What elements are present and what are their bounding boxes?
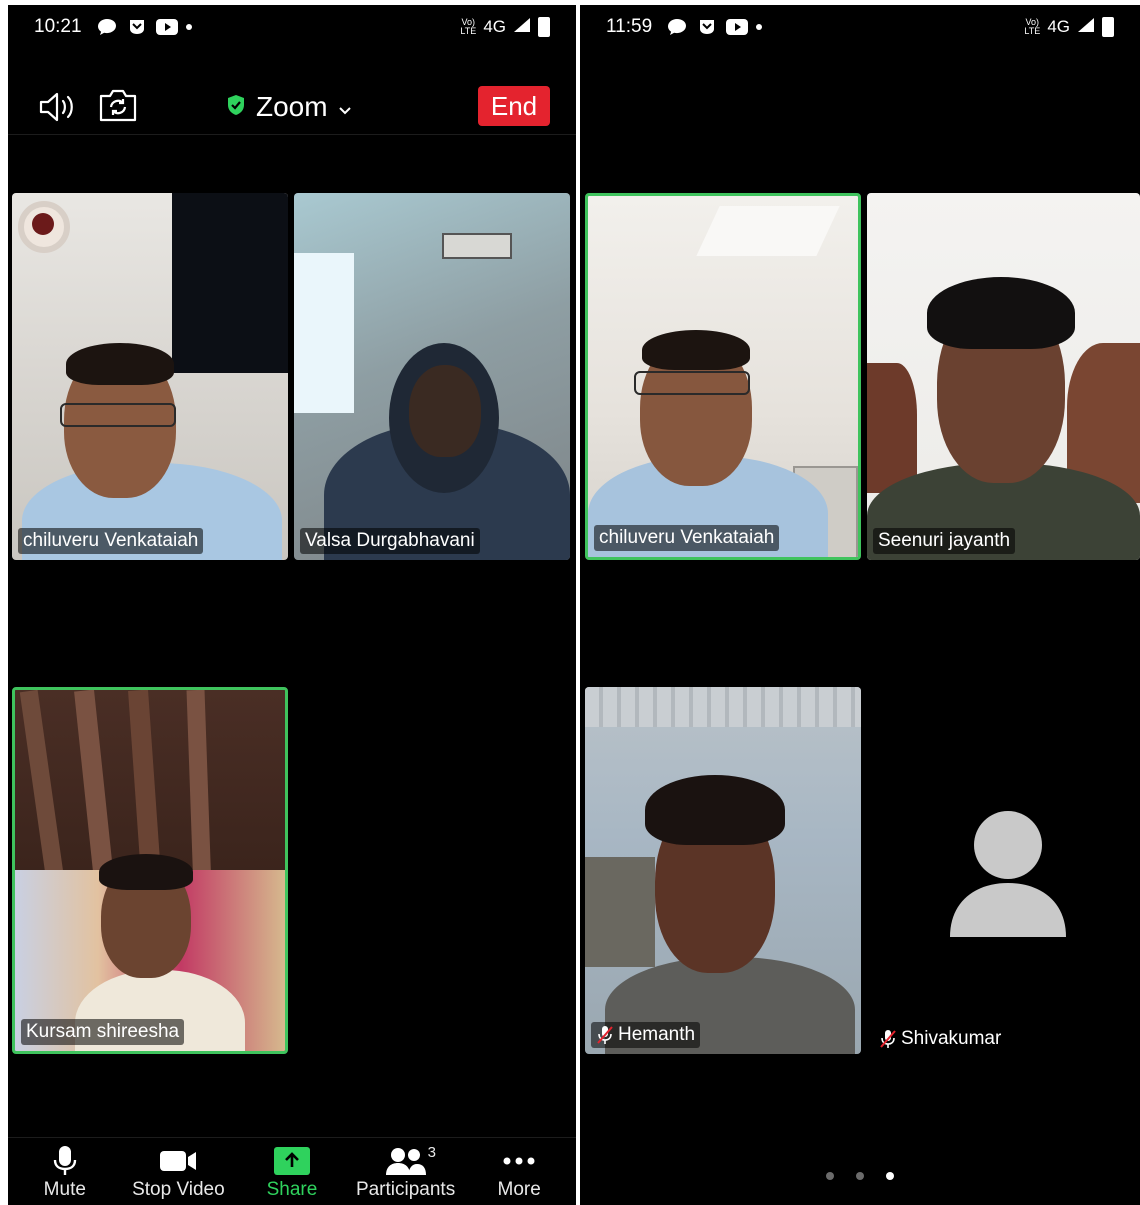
participants-button[interactable]: 3 Participants: [349, 1138, 463, 1205]
more-dots-icon: [503, 1143, 535, 1179]
video-tile[interactable]: Hemanth: [585, 687, 861, 1054]
participant-video: [15, 690, 285, 1051]
more-button[interactable]: More: [462, 1138, 576, 1205]
participant-video: [12, 193, 288, 560]
participant-name: Shivakumar: [874, 1026, 1006, 1052]
share-label: Share: [266, 1179, 318, 1200]
participant-video: [588, 196, 858, 557]
page-dot[interactable]: [856, 1172, 864, 1180]
participant-name: Valsa Durgabhavani: [300, 528, 480, 554]
video-tile[interactable]: Kursam shireesha: [12, 687, 288, 1054]
participant-name: Kursam shireesha: [21, 1019, 185, 1045]
participant-name-label: Hemanth: [618, 1024, 696, 1045]
notification-app-icon: [126, 17, 148, 37]
microphone-icon: [53, 1143, 77, 1179]
video-tile[interactable]: chiluveru Venkataiah: [12, 193, 288, 560]
stop-video-button[interactable]: Stop Video: [122, 1138, 236, 1205]
status-bar: 10:21 Vo) LTE 4G: [8, 5, 576, 49]
stop-video-label: Stop Video: [132, 1179, 225, 1200]
participants-icon: [385, 1143, 426, 1179]
meeting-toolbar: Zoom End: [8, 67, 576, 135]
video-tile[interactable]: Valsa Durgabhavani: [294, 193, 570, 560]
status-time: 11:59: [606, 16, 653, 37]
youtube-icon: [155, 17, 178, 37]
participants-count-badge: 3: [427, 1144, 436, 1161]
more-notifications-dot: [756, 24, 763, 30]
participant-video: [867, 193, 1140, 560]
chat-bubble-icon: [666, 17, 688, 37]
right-screen: 11:59 Vo) LTE 4G chiluveru Venkataiah Se…: [580, 5, 1140, 1205]
more-notifications-dot: [185, 24, 192, 30]
mute-label: Mute: [43, 1179, 86, 1200]
speaker-icon[interactable]: [38, 91, 80, 123]
camera-switch-icon[interactable]: [98, 87, 138, 123]
page-dot-current[interactable]: [886, 1172, 894, 1180]
volte-icon: Vo) LTE: [1024, 17, 1041, 36]
volte-icon: Vo) LTE: [460, 17, 477, 36]
meeting-title[interactable]: Zoom: [226, 91, 352, 123]
youtube-icon: [726, 17, 749, 37]
avatar-placeholder-icon: [948, 807, 1068, 952]
chevron-down-icon: [338, 91, 352, 123]
page-indicator[interactable]: [580, 1172, 1140, 1180]
share-arrow-icon: [273, 1143, 310, 1179]
participant-video: [294, 193, 570, 560]
network-type: 4G: [1047, 17, 1070, 36]
mute-button[interactable]: Mute: [8, 1138, 122, 1205]
status-bar: 11:59 Vo) LTE 4G: [580, 5, 1140, 49]
participant-name: Hemanth: [591, 1022, 701, 1048]
battery-icon: [538, 17, 550, 37]
video-off-tile[interactable]: Shivakumar: [868, 692, 1140, 1058]
signal-icon: [1076, 16, 1096, 39]
more-label: More: [497, 1179, 541, 1200]
shield-check-icon: [226, 91, 246, 123]
participant-name: chiluveru Venkataiah: [18, 528, 204, 554]
meeting-title-label: Zoom: [256, 91, 328, 122]
video-camera-icon: [160, 1143, 197, 1179]
meeting-controls: Mute Stop Video Share 3 Participants Mor…: [8, 1137, 576, 1205]
participant-name: chiluveru Venkataiah: [594, 525, 780, 551]
chat-bubble-icon: [96, 17, 118, 37]
battery-icon: [1102, 17, 1114, 37]
participant-video: [585, 687, 861, 1054]
left-screen: 10:21 Vo) LTE 4G Zoom End chiluveru Venk…: [8, 5, 576, 1205]
network-type: 4G: [483, 17, 506, 36]
muted-microphone-icon: [596, 1025, 614, 1045]
participant-name-label: Shivakumar: [901, 1028, 1002, 1049]
page-dot[interactable]: [826, 1172, 834, 1180]
participant-name: Seenuri jayanth: [873, 528, 1016, 554]
end-meeting-button[interactable]: End: [478, 86, 550, 126]
muted-microphone-icon: [879, 1029, 897, 1049]
signal-icon: [512, 16, 532, 39]
share-button[interactable]: Share: [235, 1138, 349, 1205]
video-tile[interactable]: Seenuri jayanth: [867, 193, 1140, 560]
participants-label: Participants: [355, 1179, 456, 1200]
notification-app-icon: [696, 17, 718, 37]
status-time: 10:21: [34, 16, 82, 37]
video-tile[interactable]: chiluveru Venkataiah: [585, 193, 861, 560]
